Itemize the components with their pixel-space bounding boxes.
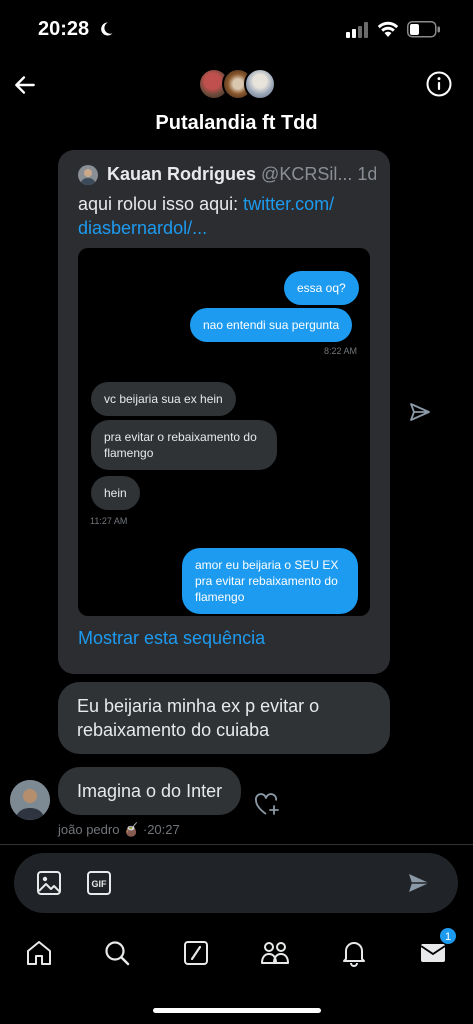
avatar [244,68,276,100]
quoted-tweet-header: Kauan Rodrigues @KCRSil... 1d [107,164,376,185]
image-chat-bubble: pra evitar o rebaixamento do flamengo [91,420,277,470]
quoted-author-name: Kauan Rodrigues [107,164,257,184]
image-icon[interactable] [36,870,62,896]
message-time: ·20:27 [142,822,180,837]
quoted-author-avatar [78,165,98,185]
grok-icon [184,941,208,965]
send-icon[interactable] [406,870,432,896]
home-indicator[interactable] [153,1008,321,1013]
image-chat-time: 11:27 AM [90,516,128,526]
message-meta: joão pedro 🧉 ·20:27 [58,822,180,838]
tab-home[interactable] [19,933,59,973]
gif-icon[interactable]: GIF [86,870,112,896]
message-composer: GIF [14,853,458,913]
conversation-header: Putalandia ft Tdd [0,60,473,150]
status-time: 20:28 [38,18,90,40]
quoted-tweet-age: 1d [357,164,376,184]
tab-search[interactable] [97,933,137,973]
search-icon [105,941,130,966]
quoted-tweet-card[interactable]: Kauan Rodrigues @KCRSil... 1d aqui rolou… [58,150,390,674]
gif-label: GIF [92,879,108,889]
message-sender: joão pedro 🧉 [58,822,140,837]
show-thread-link[interactable]: Mostrar esta sequência [78,628,265,649]
home-icon [27,941,51,965]
tab-communities[interactable] [255,933,295,973]
signal-icon [346,22,368,38]
message-bubble[interactable]: Eu beijaria minha ex p evitar o rebaixam… [58,682,390,754]
battery-icon [407,21,440,38]
back-button[interactable] [10,70,40,100]
moon-icon [101,22,113,36]
add-reaction-icon[interactable] [253,791,281,817]
tab-notifications[interactable] [334,933,374,973]
share-icon[interactable] [408,400,432,424]
message-bubble[interactable]: Imagina o do Inter [58,767,242,815]
image-chat-time: 8:22 AM [324,346,358,356]
image-chat-bubble: nao entendi sua pergunta [190,308,353,342]
back-arrow-icon [15,76,35,94]
bell-icon [343,942,365,967]
image-chat-bubble: vc beijaria sua ex hein [91,382,236,416]
quoted-author-handle: @KCRSil... [261,164,353,184]
quoted-tweet-body: aqui rolou isso aqui: [78,194,244,214]
tab-messages[interactable]: 1 [413,927,457,973]
tab-grok[interactable] [176,933,216,973]
conversation-title[interactable]: Putalandia ft Tdd [0,112,473,135]
message-input[interactable] [124,865,394,901]
image-chat-bubble: essa oq? [284,271,359,305]
quoted-tweet-text: aqui rolou isso aqui: twitter.com/ diasb… [78,192,378,240]
avatar[interactable] [10,780,50,820]
tab-bar: 1 [0,925,473,985]
info-icon[interactable] [425,70,453,98]
status-bar: 20:28 [0,0,473,58]
group-avatars[interactable] [198,68,278,102]
image-chat-bubble: amor eu beijaria o SEU EX pra evitar reb… [182,548,358,614]
communities-icon [261,942,289,964]
divider [0,844,473,845]
messages-badge: 1 [439,927,457,945]
wifi-icon [377,21,399,37]
quoted-tweet-image[interactable]: essa oq? nao entendi sua pergunta 8:22 A… [78,248,370,616]
image-chat-bubble: hein [91,476,140,510]
